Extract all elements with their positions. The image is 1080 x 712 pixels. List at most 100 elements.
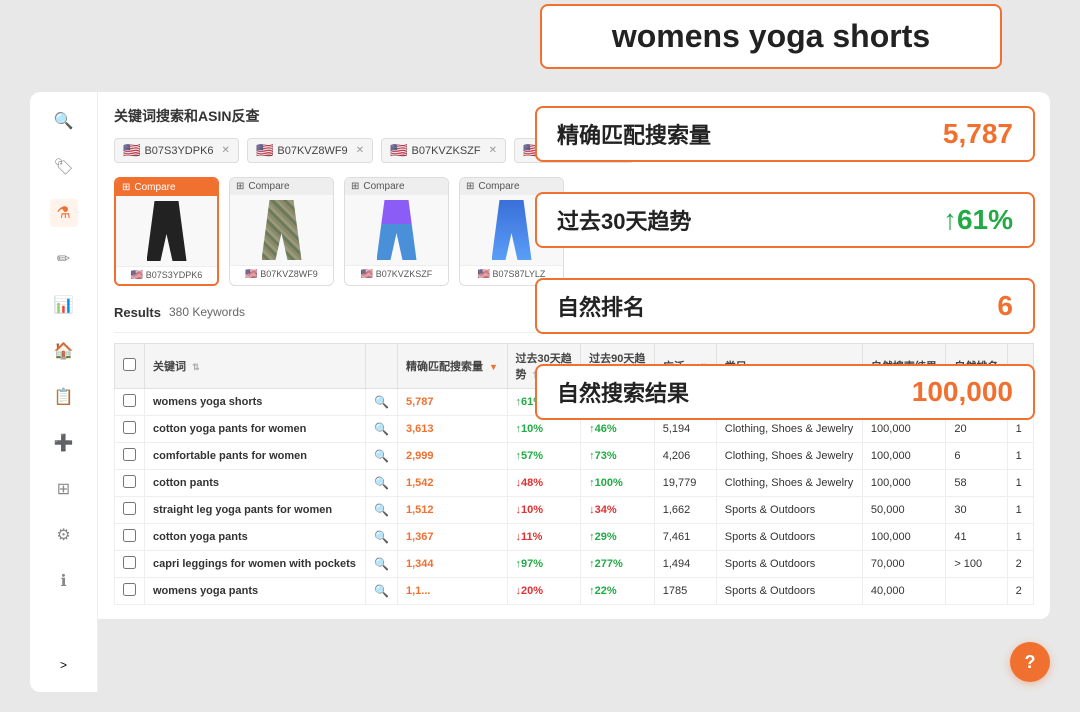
close-asin-0[interactable]: ✕: [222, 145, 230, 156]
stat-value-4: 100,000: [912, 376, 1013, 408]
asin-code-2: B07KVZKSZF: [412, 145, 481, 157]
sidebar-icon-table[interactable]: 📋: [50, 383, 78, 411]
product-card-1[interactable]: ⊞ Compare 🇺🇸 B07KVZ8WF9: [229, 177, 334, 286]
row-select-2[interactable]: [123, 448, 136, 461]
expand-arrow[interactable]: >: [60, 658, 67, 672]
card-image-0: [116, 196, 217, 266]
card-asin-text-2: B07KVZKSZF: [376, 269, 433, 279]
organic-rank-7: [946, 578, 1007, 605]
sidebar-icon-plus[interactable]: ➕: [50, 429, 78, 457]
category-6: Sports & Outdoors: [716, 551, 862, 578]
exact-search-1: 3,613: [397, 416, 507, 443]
keyword-cell-6: capri leggings for women with pockets: [145, 551, 366, 578]
organic-rank-3: 58: [946, 470, 1007, 497]
broad-7: 1785: [654, 578, 716, 605]
card-image-1: [230, 195, 333, 265]
card-header-0: ⊞ Compare: [116, 179, 217, 196]
sidebar-icon-filter[interactable]: ⚗: [50, 199, 78, 227]
row-select-3[interactable]: [123, 475, 136, 488]
help-button[interactable]: ?: [1010, 642, 1050, 682]
search-icon-cell-1: 🔍: [366, 416, 398, 443]
pants-camo: [262, 200, 302, 260]
category-4: Sports & Outdoors: [716, 497, 862, 524]
trend30-6: ↑97%: [507, 551, 581, 578]
broad-3: 19,779: [654, 470, 716, 497]
sidebar-icon-tag[interactable]: 🏷: [50, 153, 78, 181]
search-icon-cell-0: 🔍: [366, 389, 398, 416]
sidebar-icon-grid[interactable]: ⊞: [50, 475, 78, 503]
trend90-4: ↓34%: [581, 497, 655, 524]
results-count: 380 Keywords: [169, 305, 245, 319]
exact-search-2: 2,999: [397, 443, 507, 470]
close-asin-1[interactable]: ✕: [356, 145, 364, 156]
row-select-1[interactable]: [123, 421, 136, 434]
stat-box-2: 过去30天趋势 ↑61%: [535, 192, 1035, 248]
section-title-text: 关键词搜索和ASIN反查: [114, 106, 259, 126]
stat-label-3: 自然排名: [557, 290, 645, 322]
sidebar-icon-chart[interactable]: 📊: [50, 291, 78, 319]
organic-results-7: 40,000: [862, 578, 945, 605]
trend90-7: ↑22%: [581, 578, 655, 605]
results-label: Results: [114, 305, 161, 320]
flag-1: 🇺🇸: [256, 142, 273, 159]
row-checkbox-5[interactable]: [115, 524, 145, 551]
table-row: cotton pants 🔍 1,542 ↓48% ↑100% 19,779 C…: [115, 470, 1034, 497]
row-checkbox-4[interactable]: [115, 497, 145, 524]
close-asin-2[interactable]: ✕: [489, 145, 497, 156]
row-checkbox-6[interactable]: [115, 551, 145, 578]
other-6: 2: [1007, 551, 1033, 578]
broad-2: 4,206: [654, 443, 716, 470]
flag-0: 🇺🇸: [123, 142, 140, 159]
select-all-checkbox[interactable]: [123, 358, 136, 371]
table-row: capri leggings for women with pockets 🔍 …: [115, 551, 1034, 578]
flag-2: 🇺🇸: [390, 142, 407, 159]
row-select-4[interactable]: [123, 502, 136, 515]
trend30-7: ↓20%: [507, 578, 581, 605]
row-select-0[interactable]: [123, 394, 136, 407]
trend90-2: ↑73%: [581, 443, 655, 470]
organic-rank-5: 41: [946, 524, 1007, 551]
trend30-2: ↑57%: [507, 443, 581, 470]
trend90-5: ↑29%: [581, 524, 655, 551]
card-asin-text-0: B07S3YDPK6: [146, 270, 203, 280]
card-asin-1: 🇺🇸 B07KVZ8WF9: [230, 265, 333, 283]
sidebar-expand[interactable]: >: [30, 658, 97, 672]
asin-tag-0[interactable]: 🇺🇸 B07S3YDPK6 ✕: [114, 138, 239, 163]
product-card-2[interactable]: ⊞ Compare 🇺🇸 B07KVZKSZF: [344, 177, 449, 286]
th-checkbox: [115, 344, 145, 389]
search-icon-cell-2: 🔍: [366, 443, 398, 470]
card-asin-text-1: B07KVZ8WF9: [260, 269, 318, 279]
trend30-3: ↓48%: [507, 470, 581, 497]
other-7: 2: [1007, 578, 1033, 605]
organic-rank-2: 6: [946, 443, 1007, 470]
asin-tag-2[interactable]: 🇺🇸 B07KVZKSZF ✕: [381, 138, 506, 163]
category-2: Clothing, Shoes & Jewelry: [716, 443, 862, 470]
trend30-5: ↓11%: [507, 524, 581, 551]
row-select-7[interactable]: [123, 583, 136, 596]
row-checkbox-3[interactable]: [115, 470, 145, 497]
row-checkbox-1[interactable]: [115, 416, 145, 443]
sidebar-icon-pencil[interactable]: ✏: [50, 245, 78, 273]
row-select-6[interactable]: [123, 556, 136, 569]
sidebar-icon-info[interactable]: ℹ: [50, 567, 78, 595]
row-checkbox-7[interactable]: [115, 578, 145, 605]
organic-rank-6: > 100: [946, 551, 1007, 578]
search-icon-cell-4: 🔍: [366, 497, 398, 524]
stat-label-2: 过去30天趋势: [557, 204, 691, 236]
row-checkbox-0[interactable]: [115, 389, 145, 416]
stat-box-3: 自然排名 6: [535, 278, 1035, 334]
sidebar-icon-search[interactable]: 🔍: [50, 107, 78, 135]
row-select-5[interactable]: [123, 529, 136, 542]
sidebar-icon-settings[interactable]: ⚙: [50, 521, 78, 549]
asin-tag-1[interactable]: 🇺🇸 B07KVZ8WF9 ✕: [247, 138, 373, 163]
row-checkbox-2[interactable]: [115, 443, 145, 470]
broad-4: 1,662: [654, 497, 716, 524]
title-banner: womens yoga shorts: [540, 4, 1002, 69]
product-card-0[interactable]: ⊞ Compare 🇺🇸 B07S3YDPK6: [114, 177, 219, 286]
sidebar-icon-home[interactable]: 🏠: [50, 337, 78, 365]
search-icon-cell-5: 🔍: [366, 524, 398, 551]
th-keyword: 关键词 ⇅: [145, 344, 366, 389]
broad-5: 7,461: [654, 524, 716, 551]
organic-results-6: 70,000: [862, 551, 945, 578]
exact-search-4: 1,512: [397, 497, 507, 524]
